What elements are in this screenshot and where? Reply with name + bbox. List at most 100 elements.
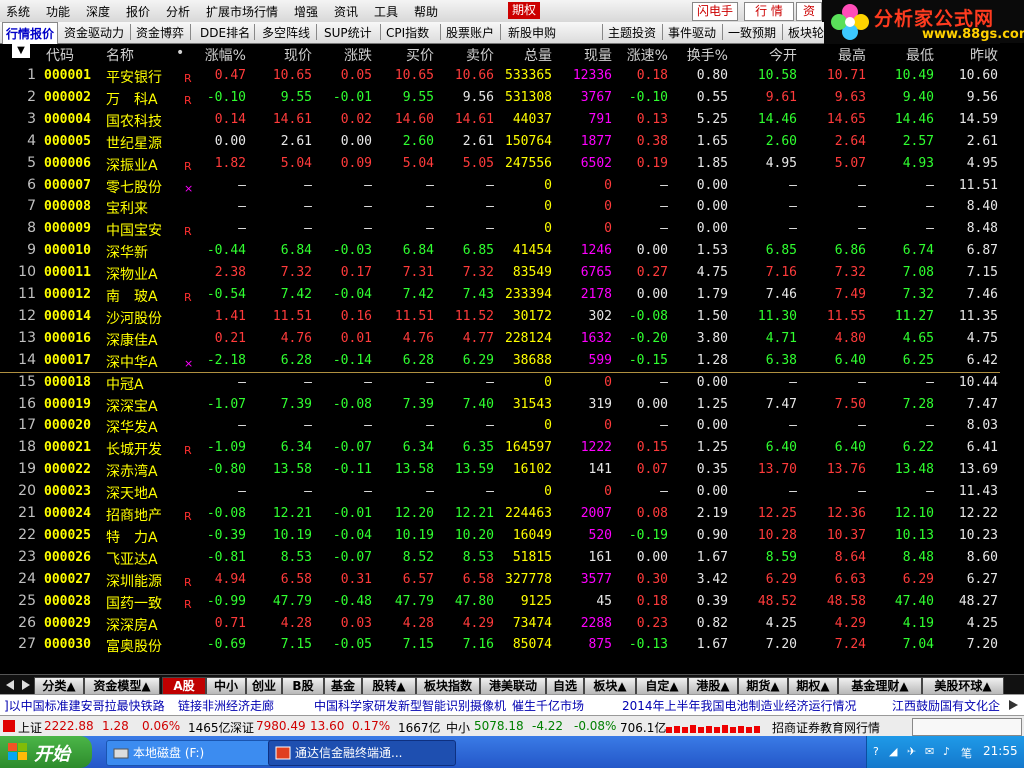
tab-sme[interactable]: 中小: [206, 677, 246, 695]
stock-code[interactable]: 000029: [44, 616, 91, 631]
table-row[interactable]: 13 000016 深康佳A 0.21 4.76 0.01 4.76 4.77 228124 16…: [0, 328, 1000, 350]
header-open[interactable]: 今开: [769, 45, 797, 65]
table-row[interactable]: 10 000011 深物业A 2.38 7.32 0.17 7.31 7.32 83549 676…: [0, 262, 1000, 284]
taskbar-item-tdx-terminal[interactable]: 通达信金融终端通...: [268, 740, 456, 766]
tab-sup-stats[interactable]: SUP统计: [324, 24, 372, 41]
table-row[interactable]: 7 000008 宝利来 — — — — — 0 0 — 0.00 — — — 8.40: [0, 196, 1000, 218]
stock-name[interactable]: 飞亚达A: [106, 549, 158, 569]
table-row[interactable]: 19 000022 深赤湾A -0.80 13.58 -0.11 13.58 13.59 161…: [0, 459, 1000, 481]
header-name[interactable]: 名称: [106, 45, 134, 65]
broker-name[interactable]: 招商证券教育网行情: [772, 719, 880, 736]
quote-button[interactable]: 行 情: [744, 2, 794, 21]
tab-capital-drive[interactable]: 资金驱动力: [64, 24, 124, 41]
tab-market-quotes[interactable]: 行情报价: [2, 22, 59, 44]
stock-code[interactable]: 000007: [44, 178, 91, 193]
table-row[interactable]: 1 000001 平安银行 R 0.47 10.65 0.05 10.65 10.66 53336…: [0, 65, 1000, 87]
stock-code[interactable]: 000020: [44, 418, 91, 433]
stock-code[interactable]: 000005: [44, 134, 91, 149]
tab-sector-rotation[interactable]: 板块轮: [788, 24, 824, 41]
table-row[interactable]: 16 000019 深深宝A -1.07 7.39 -0.08 7.39 7.40 31543 3…: [0, 394, 1000, 416]
stock-name[interactable]: 深中华A: [106, 352, 158, 372]
table-row[interactable]: 11 000012 南 玻A R -0.54 7.42 -0.04 7.42 7.43 23339…: [0, 284, 1000, 306]
header-speed[interactable]: 涨速%: [627, 45, 668, 65]
stock-code[interactable]: 000028: [44, 594, 91, 609]
stock-name[interactable]: 招商地产: [106, 505, 162, 525]
stock-code[interactable]: 000011: [44, 265, 91, 280]
stock-name[interactable]: 世纪星源: [106, 133, 162, 153]
header-ask[interactable]: 卖价: [466, 45, 494, 65]
table-row[interactable]: 22 000025 特 力A -0.39 10.19 -0.04 10.19 10.20 160…: [0, 525, 1000, 547]
stock-name[interactable]: 中国宝安: [106, 220, 162, 240]
header-last-vol[interactable]: 现量: [584, 45, 612, 65]
tab-category[interactable]: 分类▲: [34, 677, 84, 695]
tab-stock-account[interactable]: 股票账户: [446, 24, 494, 41]
table-row[interactable]: 18 000021 长城开发 R -1.09 6.34 -0.07 6.34 6.35 16459…: [0, 437, 1000, 459]
stock-name[interactable]: 深深宝A: [106, 396, 158, 416]
tab-b-shares[interactable]: B股: [282, 677, 324, 695]
tray-input-icon[interactable]: 笔: [961, 745, 972, 761]
sz-index-label[interactable]: 深证: [230, 719, 254, 736]
tab-chinext[interactable]: 创业: [246, 677, 282, 695]
table-row[interactable]: 2 000002 万 科A R -0.10 9.55 -0.01 9.55 9.56 531308…: [0, 87, 1000, 109]
stock-name[interactable]: 深华发A: [106, 417, 158, 437]
table-row[interactable]: 17 000020 深华发A — — — — — 0 0 — 0.00 — — — 8.03: [0, 415, 1000, 437]
menu-item-system[interactable]: 系统: [6, 3, 30, 20]
news-item[interactable]: 江西鼓励国有文化企: [892, 697, 1000, 714]
news-item[interactable]: ]以中国标准建安哥拉最快铁路: [4, 697, 165, 714]
table-row[interactable]: 4 000005 世纪星源 0.00 2.61 0.00 2.60 2.61 150764 187…: [0, 131, 1000, 153]
tab-capital-game[interactable]: 资金博弈: [136, 24, 184, 41]
table-row[interactable]: 9 000010 深华新 -0.44 6.84 -0.03 6.84 6.85 41454 124…: [0, 240, 1000, 262]
tab-share-transfer[interactable]: 股转▲: [362, 677, 416, 695]
header-low[interactable]: 最低: [906, 45, 934, 65]
header-bid[interactable]: 买价: [406, 45, 434, 65]
stock-name[interactable]: 深深房A: [106, 615, 158, 635]
tab-fund-finance[interactable]: 基金理财▲: [838, 677, 922, 695]
stock-code[interactable]: 000021: [44, 440, 91, 455]
stock-code[interactable]: 000024: [44, 506, 91, 521]
stock-code[interactable]: 000008: [44, 199, 91, 214]
stock-code[interactable]: 000026: [44, 550, 91, 565]
header-code[interactable]: 代码: [46, 45, 74, 65]
tab-capital-model[interactable]: 资金模型▲: [84, 677, 160, 695]
scroll-arrows-icon[interactable]: [4, 678, 32, 692]
stock-code[interactable]: 000017: [44, 353, 91, 368]
table-row[interactable]: 24 000027 深圳能源 R 4.94 6.58 0.31 6.57 6.58 327778 3…: [0, 569, 1000, 591]
stock-name[interactable]: 深赤湾A: [106, 461, 158, 481]
menu-item-quote[interactable]: 报价: [126, 3, 150, 20]
stock-name[interactable]: 平安银行: [106, 67, 162, 87]
menu-item-news[interactable]: 资讯: [334, 3, 358, 20]
menu-item-help[interactable]: 帮助: [414, 3, 438, 20]
menu-item-options[interactable]: 期权: [508, 2, 541, 19]
tray-speaker-icon[interactable]: ♪: [943, 745, 950, 758]
table-row[interactable]: 27 000030 富奥股份 -0.69 7.15 -0.05 7.15 7.16 85074 8…: [0, 634, 1000, 656]
header-volume[interactable]: 总量: [524, 45, 552, 65]
table-row[interactable]: 8 000009 中国宝安 R — — — — — 0 0 — 0.00 — — — 8.48: [0, 218, 1000, 240]
header-turnover[interactable]: 换手%: [687, 45, 728, 65]
stock-code[interactable]: 000022: [44, 462, 91, 477]
news-item[interactable]: 链接非洲经济走廊: [178, 697, 274, 714]
menu-item-extended-market[interactable]: 扩展市场行情: [206, 3, 278, 20]
tab-theme-invest[interactable]: 主题投资: [608, 24, 656, 41]
stock-code[interactable]: 000025: [44, 528, 91, 543]
table-row[interactable]: 20 000023 深天地A — — — — — 0 0 — 0.00 — — — 11.43: [0, 481, 1000, 503]
stock-code[interactable]: 000010: [44, 243, 91, 258]
info-button[interactable]: 资: [796, 2, 822, 21]
stock-name[interactable]: 国药一致: [106, 593, 162, 613]
tab-sector-index[interactable]: 板块指数: [416, 677, 480, 695]
tab-consensus-forecast[interactable]: 一致预期: [728, 24, 776, 41]
table-row[interactable]: 15 000018 中冠A — — — — — 0 0 — 0.00 — — — 10.44: [0, 372, 1000, 394]
sh-index-label[interactable]: 上证: [18, 719, 42, 736]
header-high[interactable]: 最高: [838, 45, 866, 65]
stock-name[interactable]: 富奥股份: [106, 636, 162, 656]
stock-name[interactable]: 深振业A: [106, 155, 158, 175]
stock-code[interactable]: 000004: [44, 112, 91, 127]
header-change[interactable]: 涨跌: [344, 45, 372, 65]
stock-name[interactable]: 深华新: [106, 242, 148, 262]
vertical-scrollbar[interactable]: [1000, 43, 1024, 674]
tab-us-global[interactable]: 美股环球▲: [922, 677, 1004, 695]
table-row[interactable]: 21 000024 招商地产 R -0.08 12.21 -0.01 12.20 12.21 22…: [0, 503, 1000, 525]
stock-code[interactable]: 000009: [44, 221, 91, 236]
table-row[interactable]: 14 000017 深中华A × -2.18 6.28 -0.14 6.28 6.29 38688…: [0, 350, 1000, 372]
stock-name[interactable]: 深康佳A: [106, 330, 158, 350]
stock-name[interactable]: 深天地A: [106, 483, 158, 503]
